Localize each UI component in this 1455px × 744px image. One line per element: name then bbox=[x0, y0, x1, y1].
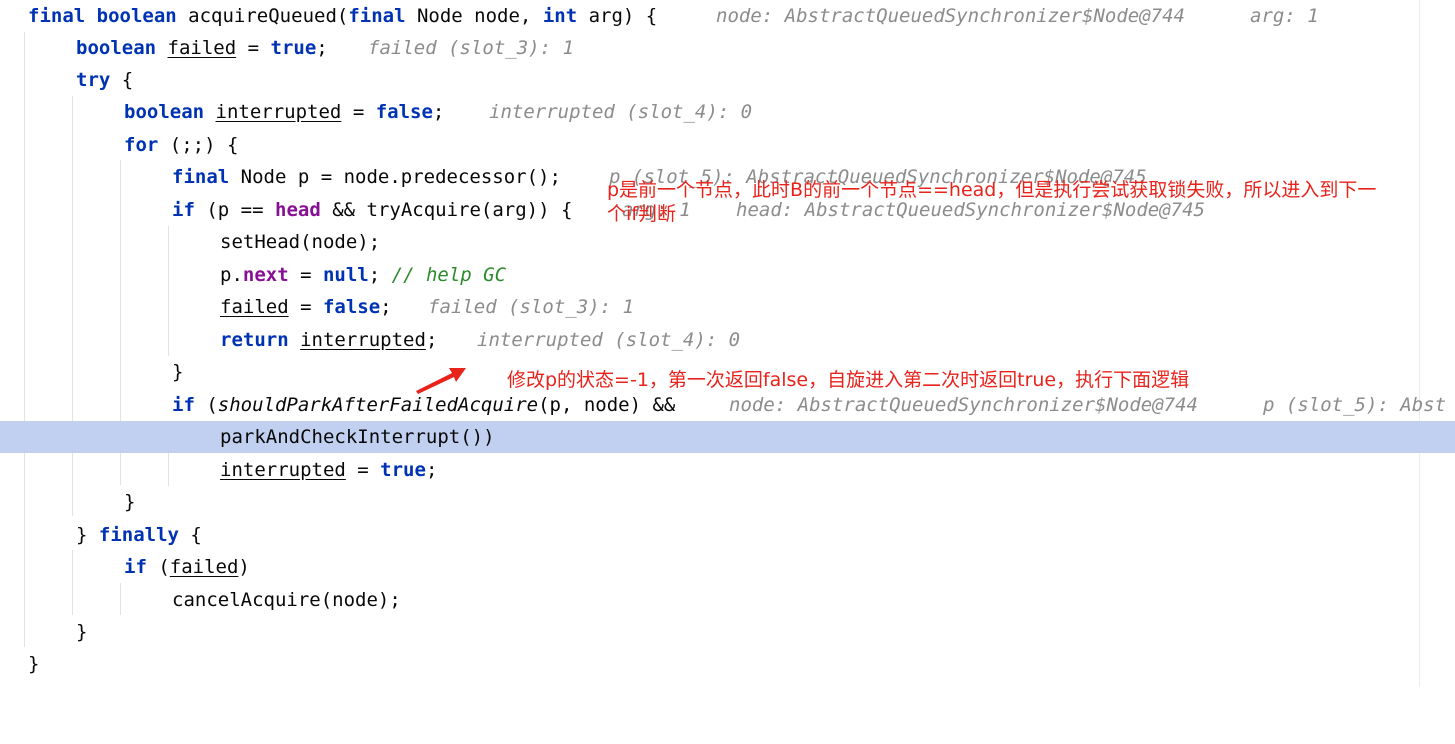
code-text: = bbox=[236, 37, 271, 59]
code-line-13[interactable]: if (shouldParkAfterFailedAcquire(p, node… bbox=[0, 389, 1455, 421]
debug-hint-node: node: AbstractQueuedSynchronizer$Node@74… bbox=[716, 5, 1185, 27]
code-text: } bbox=[28, 653, 40, 675]
code-text: { bbox=[110, 69, 134, 91]
keyword: false bbox=[322, 296, 381, 318]
variable: failed bbox=[167, 37, 237, 59]
keyword: null bbox=[322, 264, 369, 286]
code-text: ; bbox=[380, 296, 392, 318]
code-text: } bbox=[76, 524, 99, 546]
current-execution-line[interactable]: parkAndCheckInterrupt()) bbox=[0, 421, 1455, 453]
code-text: (;;) { bbox=[158, 134, 239, 156]
variable: interrupted bbox=[220, 459, 346, 481]
code-text: = bbox=[288, 264, 323, 286]
variable: interrupted bbox=[215, 101, 342, 123]
debug-hint-arg: arg: 1 bbox=[1250, 5, 1319, 27]
keyword: if bbox=[172, 199, 195, 221]
code-text: parkAndCheckInterrupt()) bbox=[220, 426, 495, 448]
code-line-15[interactable]: interrupted = true; bbox=[0, 454, 1455, 486]
code-line-10[interactable]: failed = false; failed (slot_3): 1 bbox=[0, 291, 1455, 323]
debug-hint: failed (slot_3): 1 bbox=[368, 37, 574, 59]
code-text: arg) { bbox=[577, 5, 658, 27]
annotation-predecessor-note: p是前一个节点，此时B的前一个节点==head，但是执行尝试获取锁失败，所以进入… bbox=[607, 178, 1376, 226]
code-text: { bbox=[178, 524, 202, 546]
code-text: } bbox=[124, 491, 136, 513]
debug-hint: interrupted (slot_4): 0 bbox=[477, 329, 741, 351]
keyword: boolean bbox=[96, 5, 177, 27]
code-text: Node p = node.predecessor(); bbox=[229, 166, 561, 188]
comment: // help GC bbox=[391, 264, 507, 286]
method-call: shouldParkAfterFailedAcquire bbox=[217, 394, 539, 416]
keyword: boolean bbox=[124, 101, 205, 123]
code-text: } bbox=[172, 361, 184, 383]
variable: failed bbox=[169, 556, 239, 578]
code-text: = bbox=[288, 296, 323, 318]
keyword: final bbox=[348, 5, 406, 27]
code-text: p. bbox=[220, 264, 243, 286]
code-text: ( bbox=[194, 394, 218, 416]
code-text: ) bbox=[238, 556, 250, 578]
code-line-17[interactable]: } finally { bbox=[0, 519, 1455, 551]
code-line-19[interactable]: cancelAcquire(node); bbox=[0, 584, 1455, 616]
code-line-8[interactable]: setHead(node); bbox=[0, 226, 1455, 258]
annotation-park-note: 修改p的状态=-1，第一次返回false，自旋进入第二次时返回true，执行下面… bbox=[507, 369, 1190, 391]
code-text: Node node, bbox=[405, 5, 543, 27]
keyword: finally bbox=[98, 524, 179, 546]
code-text: ; bbox=[432, 101, 445, 123]
code-text: setHead(node); bbox=[220, 231, 381, 253]
keyword: false bbox=[375, 101, 433, 123]
code-line-9[interactable]: p.next = null; // help GC bbox=[0, 259, 1455, 291]
code-text: cancelAcquire(node); bbox=[172, 589, 401, 611]
code-text: ; bbox=[368, 264, 392, 286]
debug-hint: failed (slot_3): 1 bbox=[428, 296, 634, 318]
keyword: true bbox=[270, 37, 317, 59]
code-line-21[interactable]: } bbox=[0, 648, 1455, 680]
debug-hint-node: node: AbstractQueuedSynchronizer$Node@74… bbox=[729, 394, 1198, 416]
code-line-2[interactable]: boolean failed = true; failed (slot_3): … bbox=[0, 32, 1455, 64]
code-text: ( bbox=[146, 556, 170, 578]
debug-hint: interrupted (slot_4): 0 bbox=[489, 101, 753, 123]
operator: == bbox=[240, 199, 264, 221]
keyword: final bbox=[28, 5, 86, 27]
code-text: ; bbox=[425, 329, 438, 351]
annotation-arrow-icon bbox=[416, 368, 466, 394]
keyword: return bbox=[220, 329, 289, 351]
annotation-text-line: p是前一个节点，此时B的前一个节点==head，但是执行尝试获取锁失败，所以进入… bbox=[607, 179, 1377, 201]
keyword: true bbox=[380, 459, 426, 481]
keyword: for bbox=[124, 134, 159, 156]
field: next bbox=[242, 264, 289, 286]
code-text: (p bbox=[194, 199, 241, 221]
keyword: int bbox=[542, 5, 578, 27]
code-line-5[interactable]: for (;;) { bbox=[0, 129, 1455, 161]
keyword: try bbox=[76, 69, 111, 91]
code-text: acquireQueued( bbox=[176, 5, 349, 27]
keyword: if bbox=[124, 556, 147, 578]
code-text: && tryAcquire(arg)) { bbox=[320, 199, 573, 221]
variable: interrupted bbox=[300, 329, 426, 351]
code-text: ; bbox=[316, 37, 328, 59]
keyword: boolean bbox=[76, 37, 157, 59]
code-line-16[interactable]: } bbox=[0, 486, 1455, 518]
code-text: ; bbox=[425, 459, 438, 481]
code-editor[interactable]: final boolean acquireQueued(final Node n… bbox=[0, 0, 1455, 687]
keyword: final bbox=[172, 166, 230, 188]
code-text: } bbox=[76, 621, 88, 643]
variable: failed bbox=[220, 296, 289, 318]
keyword: if bbox=[172, 394, 195, 416]
annotation-text-line: 个if判断 bbox=[607, 203, 676, 225]
code-line-18[interactable]: if (failed) bbox=[0, 551, 1455, 583]
debug-hint-p: p (slot_5): Abst bbox=[1263, 394, 1447, 416]
code-line-1[interactable]: final boolean acquireQueued(final Node n… bbox=[0, 0, 1455, 32]
code-line-4[interactable]: boolean interrupted = false; interrupted… bbox=[0, 96, 1455, 128]
code-text: = bbox=[345, 459, 381, 481]
code-line-3[interactable]: try { bbox=[0, 64, 1455, 96]
code-line-11[interactable]: return interrupted; interrupted (slot_4)… bbox=[0, 324, 1455, 356]
code-text: (p, node) && bbox=[538, 394, 676, 416]
code-text: = bbox=[341, 101, 376, 123]
field: head bbox=[275, 199, 321, 221]
code-line-20[interactable]: } bbox=[0, 616, 1455, 648]
